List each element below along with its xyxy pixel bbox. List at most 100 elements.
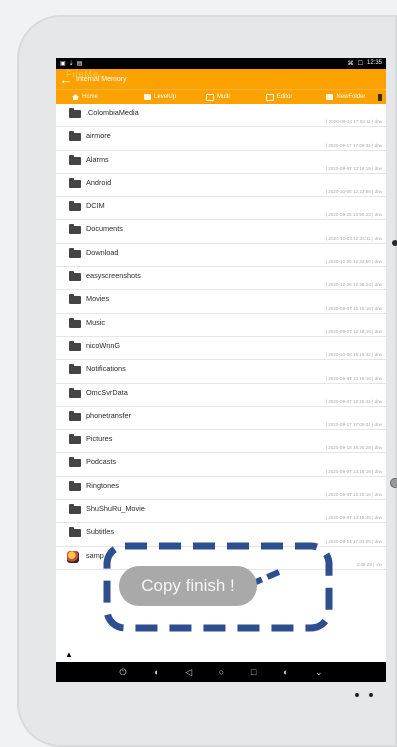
folder-icon <box>69 504 81 515</box>
folder-icon <box>69 527 81 538</box>
file-name: DCIM <box>86 201 105 211</box>
toolbar-home-label: Home <box>82 94 99 100</box>
file-meta: | 2020-10-08 15:15:42 | drw <box>325 352 382 358</box>
folder-icon <box>69 201 81 212</box>
status-right-icon-1: ⌘ <box>347 61 354 67</box>
file-name: airmore <box>86 131 111 141</box>
app-bar: FileMe… ← Internal Memory <box>56 69 386 89</box>
file-row[interactable]: Android | 2020-10-05 12:23:55 | drw <box>56 174 386 198</box>
file-name: Pictures <box>86 434 113 444</box>
toolbar-levelup-button[interactable]: LevelUp <box>144 94 176 100</box>
status-right-icon-2: ☐ <box>357 61 363 67</box>
toolbar-editor-button[interactable]: Editor <box>265 93 292 101</box>
file-name: Alarms <box>86 154 109 164</box>
file-row[interactable]: easyscreenshots | 2020-12-28 12:35:24 | d… <box>56 267 386 291</box>
file-row[interactable]: Podcasts | 2020-09-07 13:18:16 | drw <box>56 453 386 477</box>
file-row[interactable]: Alarms | 2020-09-07 13:18:16 | drw <box>56 151 386 174</box>
file-list: .ColombiaMedia | 2020-09-24 17:03:11 | dr… <box>56 104 386 570</box>
file-name: Music <box>86 317 106 327</box>
hide-nav-icon[interactable]: ⌄ <box>315 667 323 678</box>
file-meta: | 2020-09-07 13:18:16 | drw <box>325 328 382 334</box>
file-row[interactable]: Notifications | 2020-09-07 13:18:16 | drw <box>56 360 386 384</box>
file-name: Movies <box>86 294 110 304</box>
power-icon[interactable]: ⏻ <box>119 667 126 678</box>
toolbar-multi-button[interactable]: Multi <box>206 93 230 101</box>
recents-nav-icon[interactable]: □ <box>251 667 256 677</box>
home-nav-icon[interactable]: ○ <box>219 667 224 677</box>
side-button-round <box>390 478 397 488</box>
file-row[interactable]: ShuShuRu_Movie | 2020-09-07 13:18:46 | dr… <box>56 500 386 524</box>
status-bar: ▣ ⇣ ▤ ⌘ ☐ 12:35 <box>56 58 386 69</box>
volume-up-icon[interactable]: ◐ <box>283 667 288 677</box>
file-meta: | 2020-10-03 12:24:11 | drw <box>326 235 382 241</box>
file-meta: | 2020-09-24 17:03:11 | drw <box>326 119 382 125</box>
file-row[interactable]: airmore | 2020-09-17 17:09:31 | drw <box>56 127 386 151</box>
file-meta: | 2020-09-07 13:18:16 | drw <box>325 165 382 171</box>
file-name: phonetransfer <box>86 410 132 420</box>
toolbar-overflow-icon[interactable] <box>378 93 382 101</box>
file-row[interactable]: Pictures | 2020-09-18 15:25:28 | drw <box>56 430 386 454</box>
file-name: easyscreenshots <box>86 271 141 281</box>
folder-icon <box>69 364 81 375</box>
file-row[interactable]: nicoWnnG | 2020-10-08 15:15:42 | drw <box>56 337 386 361</box>
folder-icon <box>69 340 81 351</box>
file-row[interactable]: phonetransfer | 2020-09-17 17:09:31 | drw <box>56 407 386 431</box>
file-meta: | 2020-09-07 13:18:16 | drw <box>325 468 382 474</box>
file-name: Download <box>86 247 119 257</box>
folder-icon <box>69 247 81 258</box>
file-icon <box>67 550 79 563</box>
file-name: samp <box>86 550 104 560</box>
toast-message: Copy finish ! <box>119 566 257 606</box>
folder-icon <box>69 387 81 398</box>
folder-icon <box>69 294 81 305</box>
file-row[interactable]: DCIM | 2020-09-25 13:50:23 | drw <box>56 197 386 221</box>
navigation-bar: ⏻ ◖ ◁ ○ □ ◐ ⌄ <box>56 662 386 682</box>
status-time: 12:35 <box>366 60 382 66</box>
folder-icon <box>69 410 81 421</box>
file-meta: | 2020-09-18 15:25:28 | drw <box>325 445 382 451</box>
file-row[interactable]: Documents | 2020-10-03 12:24:11 | drw <box>56 220 386 244</box>
file-name: Documents <box>86 224 123 234</box>
toolbar-home-button[interactable]: Home <box>72 94 98 100</box>
editor-icon <box>265 93 274 101</box>
multi-icon <box>206 93 215 101</box>
file-meta: | 2020-09-07 13:18:16 | drw <box>325 492 382 498</box>
file-row[interactable]: .ColombiaMedia | 2020-09-24 17:03:11 | dr… <box>56 104 386 128</box>
file-name: OmcSvrData <box>86 387 128 397</box>
status-icon-1: ▣ <box>60 61 66 67</box>
folder-icon <box>69 131 81 142</box>
status-left-icons: ▣ ⇣ ▤ <box>60 60 82 67</box>
toolbar-multi-label: Multi <box>217 94 230 100</box>
toast-text: Copy finish ! <box>141 576 235 595</box>
folder-icon <box>69 271 81 282</box>
file-row[interactable]: Download | 2020-10-05 12:32:50 | drw <box>56 244 386 268</box>
toolbar-levelup-label: LevelUp <box>154 94 177 100</box>
file-name: Ringtones <box>86 480 119 490</box>
file-meta: | 2020-09-07 13:18:46 | drw <box>325 515 382 521</box>
file-row[interactable]: Music | 2020-09-07 13:18:16 | drw <box>56 314 386 337</box>
file-meta: | 2020-12-28 12:35:24 | drw <box>325 282 382 288</box>
volume-down-icon[interactable]: ◖ <box>153 667 158 677</box>
file-row[interactable]: Ringtones | 2020-09-07 13:18:16 | drw <box>56 477 386 501</box>
file-meta: | 2020-09-07 13:25:41 | drw <box>325 398 382 404</box>
file-row[interactable]: Movies | 2020-09-07 13:18:16 | drw <box>56 290 386 314</box>
mouse-cursor-icon: ▲ <box>65 650 73 659</box>
status-icon-2: ⇣ <box>68 61 74 67</box>
folder-icon <box>69 434 81 445</box>
file-name: Podcasts <box>86 457 117 467</box>
file-meta: | 2020-10-05 12:32:50 | drw <box>325 259 382 265</box>
file-meta: | 2020-09-17 17:09:31 | drw <box>325 422 382 428</box>
file-name: .ColombiaMedia <box>86 108 139 117</box>
file-row[interactable]: OmcSvrData | 2020-09-07 13:25:41 | drw <box>56 384 386 407</box>
level-up-icon <box>144 94 152 100</box>
device-dots <box>345 684 373 702</box>
toolbar-newfolder-button[interactable]: NewFolder <box>326 94 365 100</box>
back-nav-icon[interactable]: ◁ <box>185 667 192 678</box>
side-button-dot <box>392 240 397 246</box>
file-name: Android <box>86 177 112 187</box>
folder-icon <box>69 177 81 188</box>
status-icon-3: ▤ <box>76 61 83 67</box>
file-meta: 2:35:29 | -rw <box>356 561 382 567</box>
toolbar-newfolder-label: NewFolder <box>336 94 366 100</box>
folder-icon <box>69 108 81 118</box>
